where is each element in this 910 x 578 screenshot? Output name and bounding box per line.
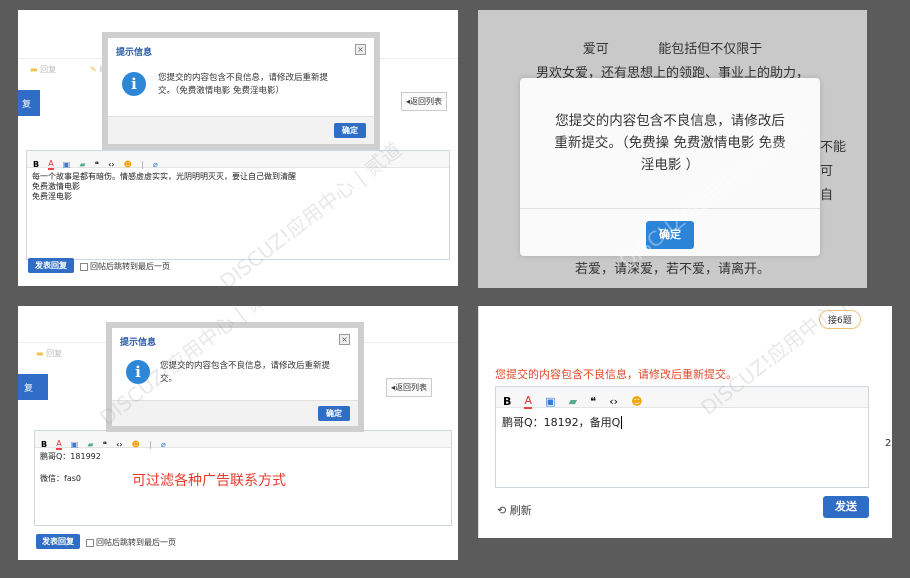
reply-icon: ▬: [30, 65, 38, 74]
jump-last-page-option[interactable]: 回帖后跳转到最后一页: [86, 537, 176, 548]
dialog-message: 您提交的内容包含不良信息，请修改后重新提 交。: [160, 361, 331, 384]
info-icon: i: [126, 360, 150, 384]
panel-mobile-dialog: 爱可 能包括但不仅限于 男欢女爱，还有思想上的领跑、事业上的助力， 不能 可 自…: [478, 10, 867, 288]
jump-checkbox[interactable]: [86, 538, 94, 547]
link-icon[interactable]: ▰: [79, 160, 85, 169]
close-icon[interactable]: ×: [339, 334, 350, 345]
alert-dialog: 提示信息 × i 您提交的内容包含不良信息，请修改后重新提 交。（免费激情电影 …: [102, 32, 380, 150]
separator-icon: |: [141, 160, 144, 169]
dialog-message: 您提交的内容包含不良信息，请修改后重新提 交。（免费激情电影 免费淫电影）: [158, 73, 329, 96]
smiley-icon[interactable]: ☻: [631, 395, 642, 408]
refresh-button[interactable]: ⟲ 刷新: [497, 502, 532, 518]
editor-content[interactable]: 每一个故事是都有暗伤。情感虚虚实实，光阴明明灭灭，要让自己做到清醒 免费激情电影…: [27, 168, 449, 206]
editor-toolbar: B A ▣ ▰ ❝ ‹› ☻: [496, 387, 868, 409]
close-icon[interactable]: ×: [355, 44, 366, 55]
quote-icon[interactable]: ❝: [103, 440, 107, 449]
dialog-divider: [520, 208, 820, 209]
bg-text-right3: 自: [820, 188, 834, 203]
image-icon[interactable]: ▣: [545, 395, 555, 408]
mobile-dialog-message: 您提交的内容包含不良信息，请修改后 重新提交。（免费操 免费激情电影 免费 淫电…: [554, 113, 786, 173]
font-color-icon[interactable]: A: [48, 159, 54, 170]
quote-icon[interactable]: ❝: [95, 160, 99, 169]
link-icon[interactable]: ▰: [87, 440, 93, 449]
smiley-icon[interactable]: ☻: [132, 440, 140, 449]
link-icon[interactable]: ▰: [569, 395, 577, 408]
confirm-button[interactable]: 确定: [318, 406, 350, 421]
bg-text-bottom: 若爱，请深爱，若不爱，请离开。: [574, 262, 770, 277]
alert-dialog: 提示信息 × i 您提交的内容包含不良信息，请修改后重新提 交。 确定: [106, 322, 364, 432]
attachment-icon[interactable]: ⌀: [153, 160, 158, 169]
jump-checkbox[interactable]: [80, 262, 88, 271]
image-icon[interactable]: ▣: [71, 440, 79, 449]
bold-icon[interactable]: B: [33, 160, 39, 169]
side-digit: 2: [885, 438, 892, 449]
pencil-icon: ✎: [90, 65, 97, 74]
dialog-title: 提示信息: [116, 48, 153, 58]
text-cursor: ​: [621, 416, 623, 429]
editor-toolbar: B A ▣ ▰ ❝ ‹› ☻ | ⌀: [27, 151, 449, 170]
submit-reply-button[interactable]: 发表回复: [28, 258, 74, 273]
separator-icon: |: [149, 440, 152, 449]
code-icon[interactable]: ‹›: [116, 440, 122, 449]
jump-last-page-option[interactable]: 回帖后跳转到最后一页: [80, 261, 170, 272]
reply-button-edge[interactable]: 复: [18, 374, 48, 400]
panel-chat-reply: 接6题 您提交的内容包含不良信息，请修改后重新提交。 B A ▣ ▰ ❝ ‹› …: [478, 306, 892, 538]
submit-reply-button[interactable]: 发表回复: [36, 534, 80, 549]
reply-tab[interactable]: ▬ 回复: [30, 64, 56, 75]
quote-icon[interactable]: ❝: [590, 395, 596, 408]
chat-editor[interactable]: B A ▣ ▰ ❝ ‹› ☻ 鹏哥Q：18192，备用Q​: [495, 386, 869, 488]
code-icon[interactable]: ‹›: [108, 160, 114, 169]
annotation-text: 可过滤各种广告联系方式: [132, 473, 286, 489]
bold-icon[interactable]: B: [503, 395, 511, 408]
mobile-confirm-button[interactable]: 确定: [646, 221, 694, 249]
bg-text-right1: 不能: [820, 140, 847, 155]
editor-toolbar: B A ▣ ▰ ❝ ‹› ☻ | ⌀: [35, 431, 451, 450]
reply-tab[interactable]: ▬ 回复: [36, 348, 62, 359]
dialog-footer: 确定: [112, 400, 358, 426]
send-button[interactable]: 发送: [823, 496, 869, 518]
confirm-button[interactable]: 确定: [334, 123, 366, 138]
bg-text-line1: 爱可 能包括但不仅限于: [582, 42, 763, 57]
panel-forum-reply-1: ▬ 回复 ✎ 编辑 复 ◂返回列表 B A ▣ ▰ ❝ ‹› ☻ | ⌀ 每一个…: [18, 10, 458, 286]
info-icon: i: [122, 72, 146, 96]
editor-content[interactable]: 鹏哥Q：18192，备用Q​: [496, 408, 868, 436]
top-tag: 接6题: [819, 310, 861, 329]
reply-icon: ▬: [36, 349, 44, 358]
bg-text-right2: 可: [820, 164, 834, 179]
reply-button-edge[interactable]: 复: [18, 90, 40, 116]
font-color-icon[interactable]: A: [524, 394, 533, 409]
dialog-footer: 确定: [108, 116, 374, 144]
image-icon[interactable]: ▣: [63, 160, 71, 169]
bold-icon[interactable]: B: [41, 440, 47, 449]
panel-forum-reply-2: ▬ 回复 复 ◂返回列表 B A ▣ ▰ ❝ ‹› ☻ | ⌀ 鹏哥Q：1819…: [18, 306, 458, 560]
back-to-list-button[interactable]: ◂返回列表: [386, 378, 433, 397]
reply-editor[interactable]: B A ▣ ▰ ❝ ‹› ☻ | ⌀ 每一个故事是都有暗伤。情感虚虚实实，光阴明…: [26, 150, 450, 260]
code-icon[interactable]: ‹›: [609, 395, 618, 408]
font-color-icon[interactable]: A: [56, 439, 62, 450]
back-to-list-button[interactable]: ◂返回列表: [401, 92, 448, 111]
mobile-alert-dialog: 您提交的内容包含不良信息，请修改后 重新提交。（免费操 免费激情电影 免费 淫电…: [520, 78, 820, 256]
refresh-icon: ⟲: [497, 504, 507, 517]
dialog-title: 提示信息: [120, 338, 157, 348]
smiley-icon[interactable]: ☻: [124, 160, 132, 169]
error-message: 您提交的内容包含不良信息，请修改后重新提交。: [495, 368, 737, 381]
attachment-icon[interactable]: ⌀: [161, 440, 166, 449]
